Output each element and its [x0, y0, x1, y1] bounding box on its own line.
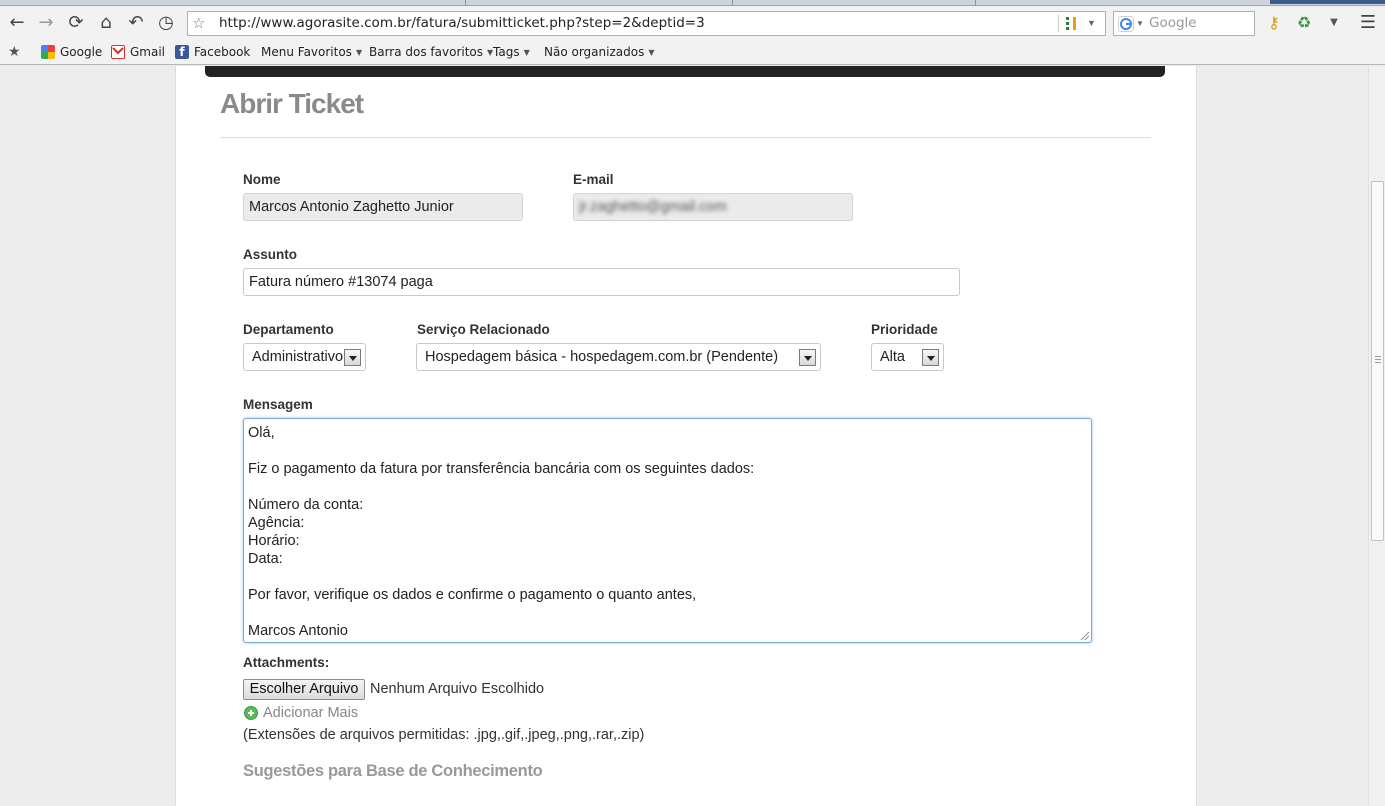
- bookmark-label: Menu Favoritos: [261, 45, 352, 59]
- bookmark-star-icon[interactable]: ☆: [192, 12, 205, 35]
- engine-dropdown-icon[interactable]: ▼: [1136, 12, 1144, 35]
- scrollbar[interactable]: [1368, 66, 1385, 806]
- scrollbar-thumb[interactable]: [1371, 181, 1384, 541]
- caret-down-icon: ▼: [523, 47, 530, 57]
- address-bar[interactable]: ☆ http://www.agorasite.com.br/fatura/sub…: [187, 11, 1106, 36]
- message-line: [248, 568, 1087, 586]
- address-url[interactable]: http://www.agorasite.com.br/fatura/submi…: [219, 12, 705, 35]
- message-line: [248, 442, 1087, 460]
- facebook-icon: f: [175, 45, 189, 59]
- browser-tab[interactable]: [1270, 0, 1385, 4]
- caret-down-icon: ▼: [648, 47, 655, 57]
- message-line: Horário:: [248, 533, 300, 549]
- bookmark-gmail[interactable]: Gmail: [111, 40, 165, 64]
- email-field[interactable]: jr.zaghetto@gmail.com: [573, 193, 853, 221]
- priority-label: Prioridade: [871, 322, 938, 337]
- caret-down-icon: ▼: [355, 47, 363, 57]
- subject-input[interactable]: Fatura número #13074 paga: [243, 268, 960, 296]
- message-line: Número da conta:: [248, 497, 364, 513]
- name-value: Marcos Antonio Zaghetto Junior: [249, 199, 454, 215]
- google-icon[interactable]: [1118, 16, 1134, 32]
- priority-value: Alta: [880, 349, 905, 365]
- page-title: Abrir Ticket: [220, 88, 364, 119]
- knowledgebase-suggestions-title: Sugestões para Base de Conhecimento: [243, 762, 543, 780]
- forward-arrow-icon[interactable]: →: [34, 11, 58, 35]
- name-field[interactable]: Marcos Antonio Zaghetto Junior: [243, 193, 523, 221]
- email-label: E-mail: [573, 172, 614, 187]
- email-value: jr.zaghetto@gmail.com: [579, 199, 727, 215]
- bookmark-google[interactable]: Google: [41, 40, 102, 64]
- key-icon[interactable]: ⚷: [1262, 11, 1286, 35]
- choose-file-button[interactable]: Escolher Arquivo: [243, 679, 365, 700]
- add-more-label: Adicionar Mais: [263, 705, 359, 721]
- name-label: Nome: [243, 172, 281, 187]
- service-value: Hospedagem básica - hospedagem.com.br (P…: [425, 349, 779, 365]
- bookmark-label: Tags: [493, 45, 520, 59]
- dropdown-arrow-icon[interactable]: ▼: [1087, 12, 1096, 35]
- select-arrow-icon: [344, 349, 361, 366]
- department-label: Departamento: [243, 322, 334, 337]
- gmail-icon: [111, 45, 125, 59]
- message-line: [248, 478, 1087, 496]
- message-line: Data:: [248, 551, 283, 567]
- message-line: Marcos Antonio: [248, 623, 348, 639]
- message-line: Agência:: [248, 515, 305, 531]
- attachments-label: Attachments:: [243, 655, 330, 670]
- search-placeholder: Google: [1149, 15, 1197, 31]
- add-circle-icon: [244, 706, 258, 720]
- message-label: Mensagem: [243, 397, 313, 412]
- bookmark-label: Gmail: [130, 45, 166, 59]
- divider: [220, 137, 1151, 138]
- back-arrow-icon[interactable]: ←: [5, 11, 29, 35]
- reload-icon[interactable]: ⟳: [64, 11, 88, 35]
- select-arrow-icon: [799, 349, 816, 366]
- bookmark-label: Barra dos favoritos: [369, 45, 484, 59]
- extensions-menu-icon[interactable]: ▼: [1322, 11, 1346, 35]
- header-bar: [205, 66, 1165, 77]
- service-label: Serviço Relacionado: [417, 322, 550, 337]
- message-line: [248, 604, 1087, 622]
- search-box[interactable]: ▼ Google: [1113, 11, 1255, 36]
- select-arrow-icon: [922, 349, 939, 366]
- bookmark-folder-tags[interactable]: Tags ▼: [493, 40, 530, 64]
- subject-label: Assunto: [243, 247, 297, 262]
- message-textarea[interactable]: Olá, Fiz o pagamento da fatura por trans…: [243, 418, 1092, 643]
- bookmark-folder-nao-organizados[interactable]: Não organizados ▼: [544, 40, 654, 64]
- service-select[interactable]: Hospedagem básica - hospedagem.com.br (P…: [416, 343, 821, 371]
- reader-mode-icon[interactable]: [1064, 15, 1080, 32]
- page-viewport: Abrir Ticket Nome Marcos Antonio Zaghett…: [0, 66, 1368, 806]
- menu-icon[interactable]: ☰: [1356, 11, 1380, 35]
- file-status: Nenhum Arquivo Escolhido: [370, 681, 545, 697]
- bookmark-label: Facebook: [194, 45, 251, 59]
- bookmark-manager-star-icon[interactable]: ★: [8, 40, 21, 64]
- bookmark-facebook[interactable]: f Facebook: [175, 40, 250, 64]
- google-favicon-icon: [41, 45, 55, 59]
- undo-icon[interactable]: ↶: [124, 11, 148, 35]
- subject-value: Fatura número #13074 paga: [249, 274, 433, 290]
- message-line: Fiz o pagamento da fatura por transferên…: [248, 461, 755, 477]
- allowed-extensions-note: (Extensões de arquivos permitidas: .jpg,…: [243, 727, 645, 743]
- scroll-grip-icon: [1375, 356, 1381, 363]
- message-line: Por favor, verifique os dados e confirme…: [248, 587, 697, 603]
- bookmark-label: Não organizados: [544, 45, 645, 59]
- bookmark-folder-barra-dos-favoritos[interactable]: Barra dos favoritos ▼: [369, 40, 493, 64]
- bookmark-label: Google: [60, 45, 103, 59]
- add-more-link[interactable]: Adicionar Mais: [244, 704, 358, 722]
- bookmarks-bar: ★ Google Gmail f Facebook Menu Favoritos…: [0, 40, 1385, 65]
- sync-icon[interactable]: ♻: [1292, 11, 1316, 35]
- department-value: Administrativo: [252, 349, 344, 365]
- bookmark-folder-menu-favoritos[interactable]: Menu Favoritos ▼: [261, 40, 362, 64]
- department-select[interactable]: Administrativo: [243, 343, 366, 371]
- browser-toolbar: ← → ⟳ ⌂ ↶ ◷ ☆ http://www.agorasite.com.b…: [0, 6, 1385, 40]
- resize-grip-icon[interactable]: [1081, 632, 1089, 640]
- priority-select[interactable]: Alta: [871, 343, 944, 371]
- home-icon[interactable]: ⌂: [94, 11, 118, 35]
- history-clock-icon[interactable]: ◷: [154, 11, 178, 35]
- message-line: Olá,: [248, 425, 275, 441]
